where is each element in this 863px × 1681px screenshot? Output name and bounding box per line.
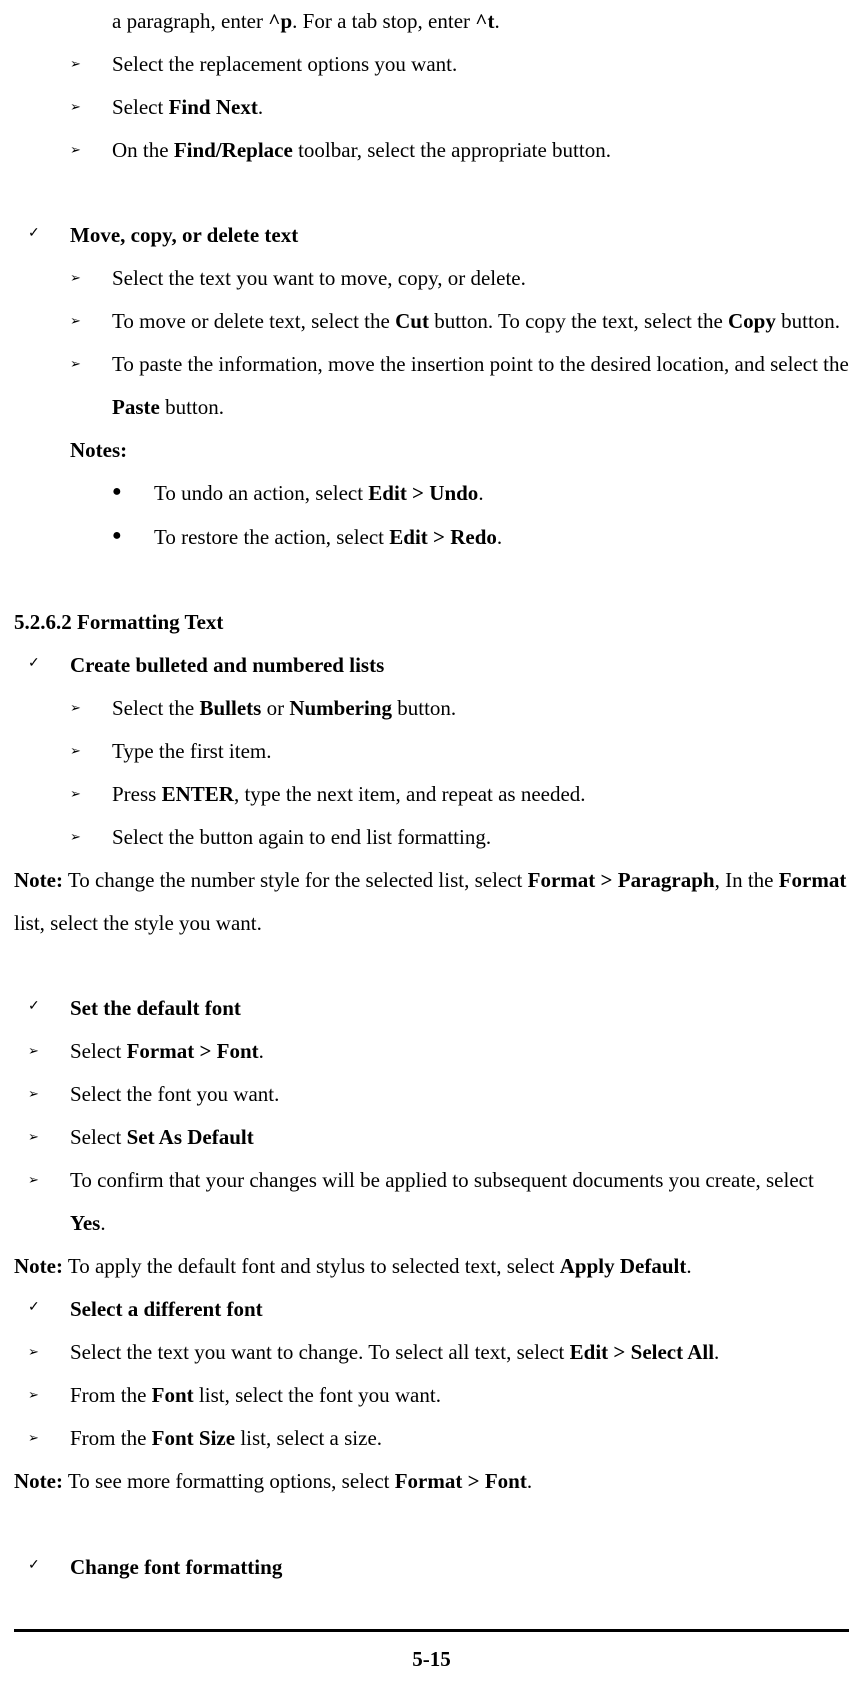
section-heading: ✓ Create bulleted and numbered lists — [28, 644, 849, 687]
chevron-icon: ➢ — [70, 300, 112, 343]
note-line: Note: To change the number style for the… — [14, 859, 849, 945]
list-item: ➢ To paste the information, move the ins… — [70, 343, 849, 429]
list-item: ➢ To move or delete text, select the Cut… — [70, 300, 849, 343]
check-icon: ✓ — [28, 214, 70, 257]
list-item: ➢ Type the first item. — [70, 730, 849, 773]
list-item: ➢ Select the text you want to change. To… — [28, 1331, 849, 1374]
list-item: ➢ Select the text you want to move, copy… — [70, 257, 849, 300]
list-item: ➢ Select Find Next. — [70, 86, 849, 129]
chevron-icon: ➢ — [28, 1030, 70, 1073]
chevron-icon: ➢ — [28, 1331, 70, 1374]
page-number: 5-15 — [14, 1632, 849, 1681]
list-item: ➢ From the Font Size list, select a size… — [28, 1417, 849, 1460]
check-icon: ✓ — [28, 1546, 70, 1589]
chevron-icon: ➢ — [28, 1374, 70, 1417]
list-item: ➢ Select the button again to end list fo… — [70, 816, 849, 859]
list-item: ➢ Select the font you want. — [28, 1073, 849, 1116]
section-heading: ✓ Change font formatting — [28, 1546, 849, 1589]
chevron-icon: ➢ — [70, 43, 112, 86]
section-heading: ✓ Set the default font — [28, 987, 849, 1030]
list-item: ➢ Select the Bullets or Numbering button… — [70, 687, 849, 730]
fragment-line: a paragraph, enter ^p. For a tab stop, e… — [112, 0, 849, 43]
document-page: a paragraph, enter ^p. For a tab stop, e… — [14, 0, 849, 1681]
chevron-icon: ➢ — [28, 1159, 70, 1245]
section-number-heading: 5.2.6.2 Formatting Text — [14, 601, 849, 644]
chevron-icon: ➢ — [28, 1073, 70, 1116]
chevron-icon: ➢ — [28, 1417, 70, 1460]
chevron-icon: ➢ — [70, 730, 112, 773]
note-line: Note: To apply the default font and styl… — [14, 1245, 849, 1288]
chevron-icon: ➢ — [70, 687, 112, 730]
check-icon: ✓ — [28, 987, 70, 1030]
check-icon: ✓ — [28, 1288, 70, 1331]
list-item: ● To restore the action, select Edit > R… — [112, 516, 849, 559]
notes-label: Notes: — [70, 429, 849, 472]
section-heading: ✓ Select a different font — [28, 1288, 849, 1331]
list-item: ● To undo an action, select Edit > Undo. — [112, 472, 849, 515]
chevron-icon: ➢ — [70, 129, 112, 172]
list-item: ➢ From the Font list, select the font yo… — [28, 1374, 849, 1417]
list-item: ➢ Select Set As Default — [28, 1116, 849, 1159]
chevron-icon: ➢ — [70, 86, 112, 129]
list-item: ➢ On the Find/Replace toolbar, select th… — [70, 129, 849, 172]
check-icon: ✓ — [28, 644, 70, 687]
bullet-icon: ● — [112, 472, 154, 515]
bullet-icon: ● — [112, 516, 154, 559]
chevron-icon: ➢ — [70, 773, 112, 816]
chevron-icon: ➢ — [70, 816, 112, 859]
chevron-icon: ➢ — [70, 343, 112, 429]
note-line: Note: To see more formatting options, se… — [14, 1460, 849, 1503]
section-heading: ✓ Move, copy, or delete text — [28, 214, 849, 257]
list-item: ➢ Select the replacement options you wan… — [70, 43, 849, 86]
chevron-icon: ➢ — [28, 1116, 70, 1159]
chevron-icon: ➢ — [70, 257, 112, 300]
list-item: ➢ Press ENTER, type the next item, and r… — [70, 773, 849, 816]
list-item: ➢ Select Format > Font. — [28, 1030, 849, 1073]
list-item: ➢ To confirm that your changes will be a… — [28, 1159, 849, 1245]
